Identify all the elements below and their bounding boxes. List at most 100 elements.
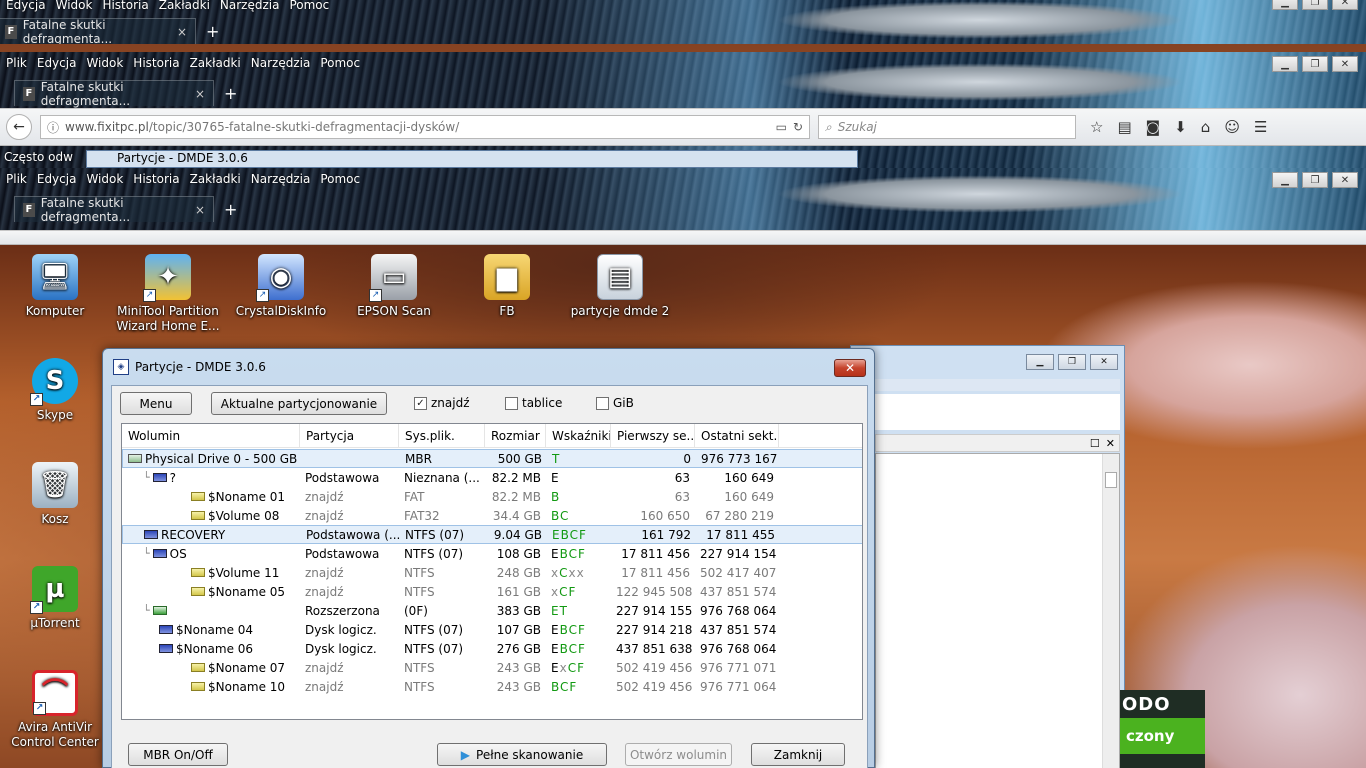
table-row[interactable]: $Noname 04 Dysk logicz. NTFS (07) 107 GB EBC…	[122, 620, 862, 639]
menu-file[interactable]: Plik	[6, 56, 27, 70]
dialog-close-button[interactable]: ✕	[834, 359, 866, 377]
menu-history[interactable]: Historia	[133, 172, 179, 186]
tab-close-icon[interactable]: ×	[195, 203, 205, 217]
menu-help[interactable]: Pomoc	[289, 0, 329, 12]
table-row[interactable]: RECOVERY Podstawowa (... NTFS (07) 9.04 GB E…	[122, 525, 862, 544]
col-header-indicators[interactable]: Wskaźniki	[546, 424, 611, 448]
menu-edit[interactable]: Edycja	[6, 0, 46, 12]
menu-help[interactable]: Pomoc	[320, 172, 360, 186]
table-row[interactable]: $Noname 10 znajdź NTFS 243 GB BCF 502 419 456…	[122, 677, 862, 696]
restore-button[interactable]: ❐	[1302, 0, 1328, 10]
desktop-icon-computer[interactable]: 🖥 Komputer	[0, 254, 110, 319]
menu-tools[interactable]: Narzędzia	[251, 56, 311, 70]
col-header-filesystem[interactable]: Sys.plik.	[399, 424, 485, 448]
restore-button[interactable]: ❐	[1302, 172, 1328, 188]
open-volume-button[interactable]: Otwórz wolumin	[625, 743, 732, 766]
tab-close-icon[interactable]: ×	[195, 87, 205, 101]
search-input[interactable]: ⌕ Szukaj	[818, 115, 1076, 139]
find-checkbox[interactable]: ✓ znajdź	[414, 396, 470, 410]
back-button[interactable]: ←	[6, 114, 32, 140]
table-row[interactable]: $Volume 11 znajdź NTFS 248 GB xCxx 17 811 456…	[122, 563, 862, 582]
checkbox-box[interactable]: ✓	[414, 396, 427, 410]
table-row[interactable]: $Noname 01 znajdź FAT 82.2 MB B 63 160 649	[122, 487, 862, 506]
desktop-icon-utorrent[interactable]: µ ↗ µTorrent	[0, 566, 110, 631]
col-header-size[interactable]: Rozmiar	[485, 424, 546, 448]
new-tab-button[interactable]: +	[224, 84, 237, 103]
minimize-button[interactable]: ▁	[1026, 354, 1054, 370]
close-window-button[interactable]: ✕	[1332, 56, 1358, 72]
table-row[interactable]: $Noname 07 znajdź NTFS 243 GB ExCF 502 419 45…	[122, 658, 862, 677]
download-icon[interactable]: ⬇	[1174, 118, 1187, 136]
restore-button[interactable]: ❐	[1302, 56, 1328, 72]
col-header-first-sector[interactable]: Pierwszy se...	[611, 424, 695, 448]
mbr-on-off-button[interactable]: MBR On/Off	[128, 743, 228, 766]
current-partitioning-button[interactable]: Aktualne partycjonowanie	[211, 392, 387, 415]
col-header-last-sector[interactable]: Ostatni sekt...	[695, 424, 779, 448]
maximize-pane-icon[interactable]: ☐	[1090, 437, 1100, 450]
minimize-button[interactable]: ▁	[1272, 0, 1298, 10]
url-bar[interactable]: ⓘ www.fixitpc.pl/topic/30765-fatalne-sku…	[40, 115, 810, 139]
hamburger-menu-icon[interactable]: ☰	[1254, 118, 1267, 136]
tables-checkbox[interactable]: tablice	[505, 396, 562, 410]
browser-tab[interactable]: F Fatalne skutki defragmenta... ×	[0, 18, 196, 44]
menu-help[interactable]: Pomoc	[320, 56, 360, 70]
new-tab-button[interactable]: +	[224, 200, 237, 219]
col-header-volume[interactable]: Wolumin	[122, 424, 300, 448]
desktop-icon-skype[interactable]: S ↗ Skype	[0, 358, 110, 423]
minimize-button[interactable]: ▁	[1272, 172, 1298, 188]
tab-close-icon[interactable]: ×	[177, 25, 187, 39]
close-window-button[interactable]: ✕	[1332, 172, 1358, 188]
desktop-icon-recycle-bin[interactable]: 🗑 Kosz	[0, 462, 110, 527]
scrollbar[interactable]	[1102, 454, 1119, 768]
checkbox-box[interactable]	[596, 396, 609, 410]
close-pane-icon[interactable]: ✕	[1106, 437, 1115, 450]
menu-tools[interactable]: Narzędzia	[220, 0, 280, 12]
checkbox-box[interactable]	[505, 396, 518, 410]
table-row[interactable]: └? Podstawowa Nieznana (... 82.2 MB E 63 160 6…	[122, 468, 862, 487]
table-row[interactable]: $Volume 08 znajdź FAT32 34.4 GB BC 160 650 67 …	[122, 506, 862, 525]
desktop-icon-avira[interactable]: ⌒ ↗ Avira AntiVir Control Center	[0, 670, 110, 750]
reader-view-icon[interactable]: ▭	[776, 120, 787, 134]
table-row[interactable]: Physical Drive 0 - 500 GB - ... MBR 500 GB…	[122, 449, 862, 468]
table-row[interactable]: $Noname 05 znajdź NTFS 161 GB xCF 122 945 508…	[122, 582, 862, 601]
menu-edit[interactable]: Edycja	[37, 172, 77, 186]
menu-bookmarks[interactable]: Zakładki	[190, 56, 241, 70]
home-icon[interactable]: ⌂	[1201, 118, 1211, 136]
menu-tools[interactable]: Narzędzia	[251, 172, 311, 186]
restore-button[interactable]: ❐	[1058, 354, 1086, 370]
desktop-icon-fb-folder[interactable]: ▆ FB	[452, 254, 562, 319]
desktop-icon-partycje-dmde[interactable]: ▤ partycje dmde 2	[565, 254, 675, 319]
library-icon[interactable]: ▤	[1117, 118, 1131, 136]
menu-view[interactable]: Widok	[56, 0, 93, 12]
browser-tab[interactable]: F Fatalne skutki defragmenta... ×	[14, 80, 214, 108]
col-header-partition[interactable]: Partycja	[300, 424, 399, 448]
bookmark-star-icon[interactable]: ☆	[1090, 118, 1103, 136]
sidebar-item[interactable]: Często odw	[4, 150, 73, 164]
partitions-table[interactable]: Wolumin Partycja Sys.plik. Rozmiar Wskaź…	[121, 423, 863, 720]
promo-banner[interactable]: ODO czony	[1120, 690, 1205, 768]
menu-button[interactable]: Menu	[120, 392, 192, 415]
menu-history[interactable]: Historia	[133, 56, 179, 70]
emoji-icon[interactable]: ☺	[1224, 118, 1240, 136]
table-row[interactable]: └ OS Podstawowa NTFS (07) 108 GB EBCF 17 811 4…	[122, 544, 862, 563]
menu-history[interactable]: Historia	[102, 0, 148, 12]
menu-bookmarks[interactable]: Zakładki	[159, 0, 210, 12]
menu-view[interactable]: Widok	[86, 56, 123, 70]
full-scan-button[interactable]: ▶ Pełne skanowanie	[437, 743, 607, 766]
menu-bookmarks[interactable]: Zakładki	[190, 172, 241, 186]
desktop-icon-minitool[interactable]: ✦ ↗ MiniTool Partition Wizard Home E...	[113, 254, 223, 334]
desktop-icon-crystaldiskinfo[interactable]: ◉ ↗ CrystalDiskInfo	[226, 254, 336, 319]
gib-checkbox[interactable]: GiB	[596, 396, 634, 410]
table-row[interactable]: $Noname 06 Dysk logicz. NTFS (07) 276 GB EBC…	[122, 639, 862, 658]
close-window-button[interactable]: ✕	[1332, 0, 1358, 10]
menu-file[interactable]: Plik	[6, 172, 27, 186]
new-tab-button[interactable]: +	[206, 22, 219, 41]
menu-edit[interactable]: Edycja	[37, 56, 77, 70]
reload-icon[interactable]: ↻	[793, 120, 803, 134]
close-window-button[interactable]: ✕	[1090, 354, 1118, 370]
minimize-button[interactable]: ▁	[1272, 56, 1298, 72]
info-icon[interactable]: ⓘ	[47, 119, 59, 136]
pocket-icon[interactable]: ◙	[1146, 118, 1161, 136]
desktop-icon-epson-scan[interactable]: ▭ ↗ EPSON Scan	[339, 254, 449, 319]
menu-view[interactable]: Widok	[86, 172, 123, 186]
